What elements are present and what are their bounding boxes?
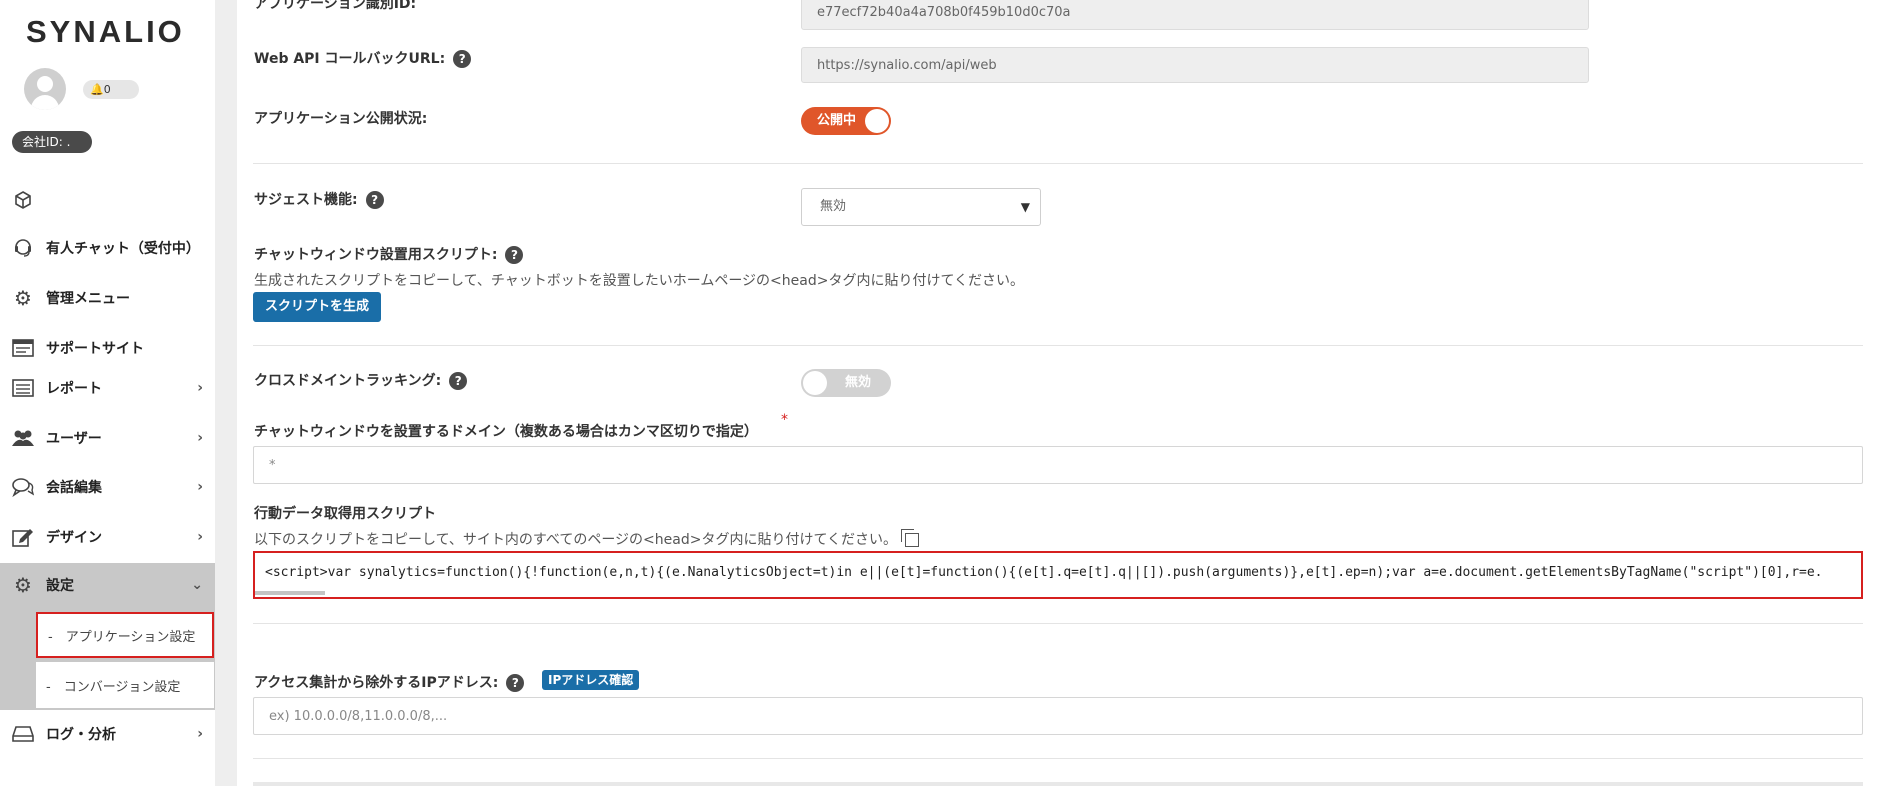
domain-label: チャットウィンドウを設置するドメイン（複数ある場合はカンマ区切りで指定） xyxy=(254,424,758,440)
callback-url-field: https://synalio.com/api/web xyxy=(801,47,1589,83)
sidebar-item-settings[interactable]: ⚙ 設定 ⌄ xyxy=(0,563,215,607)
settings-submenu: - アプリケーション設定 - コンバージョン設定 xyxy=(0,606,215,710)
chevron-right-icon: › xyxy=(197,529,203,545)
publish-status-toggle[interactable]: 公開中 xyxy=(801,107,891,135)
chat-script-description: 生成されたスクリプトをコピーして、チャットボットを設置したいホームページの<he… xyxy=(254,273,1025,289)
sidebar-item-label: サポートサイト xyxy=(46,341,144,357)
sidebar-item-workspace[interactable] xyxy=(0,178,215,222)
app-id-field: e77ecf72b40a4a708b0f459b10d0c70a xyxy=(801,0,1589,30)
chevron-right-icon: › xyxy=(197,479,203,495)
suggest-selected-value: 無効 xyxy=(820,199,847,214)
gears-icon: ⚙ xyxy=(14,286,32,310)
gears-icon: ⚙ xyxy=(14,573,32,597)
behavior-script-code-box[interactable]: <script>var synalytics=function(){!funct… xyxy=(253,551,1863,599)
divider xyxy=(253,163,1863,164)
avatar[interactable] xyxy=(24,68,66,110)
users-icon xyxy=(10,426,36,450)
help-icon[interactable]: ? xyxy=(453,50,472,68)
sidebar-item-conversation-edit[interactable]: 会話編集 › xyxy=(0,465,215,509)
dropdown-arrow-icon: ▼ xyxy=(1020,200,1030,214)
sidebar-subitem-label: - コンバージョン設定 xyxy=(46,679,181,695)
logo: SYNALIO xyxy=(26,14,185,49)
edit-icon xyxy=(10,525,36,549)
help-icon[interactable]: ? xyxy=(365,191,384,209)
sidebar-item-support-site[interactable]: サポートサイト xyxy=(0,326,215,370)
help-icon[interactable]: ? xyxy=(506,674,525,692)
chat-script-label: チャットウィンドウ設置用スクリプト:? xyxy=(254,244,524,264)
app-id-label: アプリケーション識別ID: xyxy=(254,0,417,12)
divider xyxy=(253,758,1863,759)
chevron-right-icon: › xyxy=(197,430,203,446)
divider xyxy=(253,345,1863,346)
behavior-script-description: 以下のスクリプトをコピーして、サイト内のすべてのページの<head>タグ内に貼り… xyxy=(254,529,920,549)
help-icon[interactable]: ? xyxy=(449,372,468,390)
sidebar-item-report[interactable]: レポート › xyxy=(0,366,215,410)
horizontal-scrollbar[interactable] xyxy=(255,591,325,595)
chevron-down-icon: ⌄ xyxy=(191,577,203,593)
company-id-badge: 会社ID: . xyxy=(12,131,92,153)
ip-exclude-label: アクセス集計から除外するIPアドレス:? xyxy=(254,672,525,692)
sidebar-item-label: 有人チャット（受付中） xyxy=(46,241,200,257)
drive-icon xyxy=(10,722,36,746)
sidebar-item-design[interactable]: デザイン › xyxy=(0,515,215,559)
behavior-script-label: 行動データ取得用スクリプト xyxy=(254,506,436,522)
ip-exclude-input[interactable]: ex) 10.0.0.0/8,11.0.0.0/8,... xyxy=(253,697,1863,735)
check-ip-button[interactable]: IPアドレス確認 xyxy=(542,670,640,690)
help-icon[interactable]: ? xyxy=(505,246,524,264)
sidebar-item-label: レポート xyxy=(46,381,102,397)
sidebar-item-label: ユーザー xyxy=(46,431,102,447)
headset-icon xyxy=(10,236,36,260)
sidebar-subitem-conversion-settings[interactable]: - コンバージョン設定 xyxy=(36,662,214,708)
generate-script-button[interactable]: スクリプトを生成 xyxy=(253,292,382,322)
browser-window-icon xyxy=(10,336,36,360)
suggest-label: サジェスト機能:? xyxy=(254,189,384,209)
sidebar-item-admin-menu[interactable]: ⚙ 管理メニュー xyxy=(0,276,215,320)
callback-url-label: Web API コールバックURL:? xyxy=(254,48,472,68)
cross-domain-label: クロスドメイントラッキング:? xyxy=(254,370,468,390)
required-mark: * xyxy=(781,412,788,428)
toggle-text: 無効 xyxy=(845,375,872,390)
sidebar: SYNALIO 🔔0 会社ID: . 有人チャット（受付中） ⚙ 管理メニュー … xyxy=(0,0,215,786)
suggest-select[interactable]: 無効 ▼ xyxy=(801,188,1041,226)
sidebar-subitem-label: - アプリケーション設定 xyxy=(48,629,196,645)
sidebar-item-log-analysis[interactable]: ログ・分析 › xyxy=(0,712,215,756)
sidebar-subitem-application-settings[interactable]: - アプリケーション設定 xyxy=(36,612,214,658)
sidebar-item-label: 設定 xyxy=(46,578,74,594)
behavior-script-code: <script>var synalytics=function(){!funct… xyxy=(265,565,1823,580)
chevron-right-icon: › xyxy=(197,726,203,742)
cross-domain-toggle[interactable]: 無効 xyxy=(801,369,891,397)
next-section-edge xyxy=(253,782,1863,786)
cube-icon xyxy=(10,188,36,212)
chevron-right-icon: › xyxy=(197,380,203,396)
toggle-text: 公開中 xyxy=(817,113,857,128)
list-report-icon xyxy=(10,376,36,400)
chat-bubbles-icon xyxy=(10,475,36,499)
sidebar-item-users[interactable]: ユーザー › xyxy=(0,416,215,460)
sidebar-item-live-chat[interactable]: 有人チャット（受付中） xyxy=(0,226,215,270)
copy-icon[interactable] xyxy=(901,529,920,547)
sidebar-item-label: デザイン xyxy=(46,530,102,546)
bell-icon: 🔔 xyxy=(90,83,104,96)
sidebar-item-label: 管理メニュー xyxy=(46,291,130,307)
domain-input[interactable]: * xyxy=(253,446,1863,484)
publish-status-label: アプリケーション公開状況: xyxy=(254,111,428,127)
settings-panel: アプリケーション識別ID: e77ecf72b40a4a708b0f459b10… xyxy=(237,0,1888,786)
notification-badge[interactable]: 🔔0 xyxy=(83,80,139,99)
notification-count: 0 xyxy=(103,83,111,96)
sidebar-item-label: 会話編集 xyxy=(46,480,102,496)
divider xyxy=(253,623,1863,624)
sidebar-item-label: ログ・分析 xyxy=(46,727,116,743)
